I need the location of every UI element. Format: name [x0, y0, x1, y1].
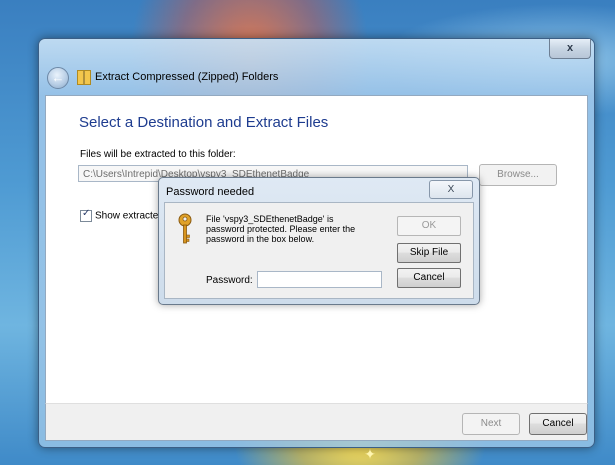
- back-arrow-icon: ←: [51, 70, 65, 85]
- password-label: Password:: [206, 275, 253, 286]
- next-button[interactable]: Next: [462, 413, 520, 435]
- start-orb-glow: ✦: [364, 446, 376, 462]
- password-cancel-button[interactable]: Cancel: [397, 268, 461, 288]
- show-files-checkbox[interactable]: ✓: [80, 208, 92, 222]
- skip-file-button[interactable]: Skip File: [397, 243, 461, 263]
- password-dialog: Password needed X File 'vspy3_SDEthenetB…: [158, 177, 480, 305]
- key-icon: [178, 213, 192, 244]
- password-dialog-close-button[interactable]: X: [429, 180, 473, 199]
- password-input[interactable]: [257, 271, 382, 288]
- browse-button[interactable]: Browse...: [479, 164, 557, 186]
- show-files-option[interactable]: ✓ Show extracte: [80, 208, 159, 222]
- page-title: Select a Destination and Extract Files: [79, 114, 329, 131]
- close-icon: X: [447, 184, 455, 195]
- password-dialog-title: Password needed: [166, 186, 255, 198]
- password-dialog-body: File 'vspy3_SDEthenetBadge' is password …: [164, 202, 474, 299]
- cancel-button[interactable]: Cancel: [529, 413, 587, 435]
- back-button[interactable]: ←: [47, 67, 69, 89]
- destination-label: Files will be extracted to this folder:: [80, 149, 236, 160]
- ok-button[interactable]: OK: [397, 216, 461, 236]
- window-close-button[interactable]: x: [549, 39, 591, 59]
- wizard-footer: Next Cancel: [45, 403, 588, 441]
- check-icon: ✓: [82, 208, 91, 219]
- close-icon: x: [566, 42, 574, 54]
- show-files-label: Show extracte: [95, 210, 159, 222]
- password-dialog-message: File 'vspy3_SDEthenetBadge' is password …: [206, 214, 356, 244]
- window-title: Extract Compressed (Zipped) Folders: [95, 71, 279, 83]
- zip-folder-icon: [77, 70, 91, 85]
